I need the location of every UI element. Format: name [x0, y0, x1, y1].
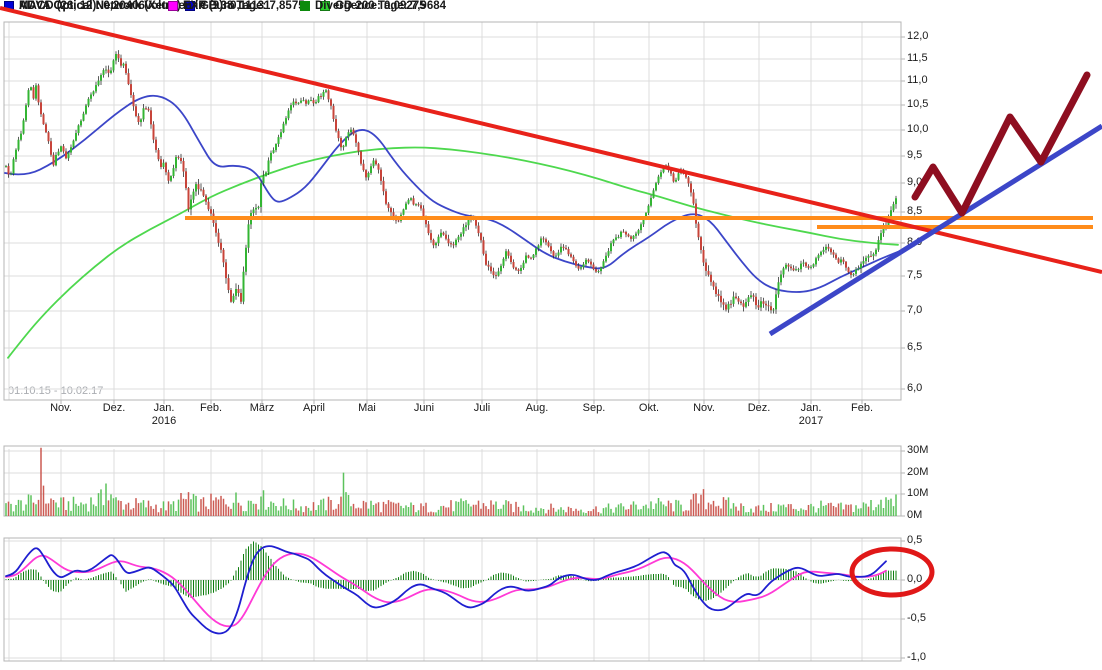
macd-axis-tick-label: -0,5 — [907, 612, 926, 625]
price-axis-tick-label: 11,5 — [907, 52, 928, 65]
macd-legend-swatch-icon — [300, 1, 310, 11]
gd200-line — [8, 148, 898, 358]
price-axis-tick-label: 6,0 — [907, 382, 922, 395]
macd-legend-label: Divergence: 0,09275 — [315, 0, 426, 12]
month-axis-label: Juni — [414, 402, 434, 415]
macd-legend-swatch-icon — [4, 1, 14, 11]
volume-axis-tick-label: 0M — [907, 509, 922, 522]
macd-axis-tick-label: 0,0 — [907, 573, 922, 586]
month-axis-label: Nov. — [50, 402, 72, 415]
macd-legend-label: MACD (26, 12): 0,20406 — [19, 0, 145, 12]
volume-bars-down — [8, 448, 870, 516]
macd-legend-swatch-icon — [168, 1, 178, 11]
macd-legend-item[interactable]: Divergence: 0,09275 — [300, 0, 426, 12]
volume-axis-tick-label: 30M — [907, 444, 928, 457]
price-axis-tick-label: 6,5 — [907, 341, 922, 354]
price-axis-tick-label: 8,5 — [907, 205, 922, 218]
price-axis-tick-label: 7,5 — [907, 269, 922, 282]
month-axis-label: Nov. — [693, 402, 715, 415]
month-axis-label: Juli — [474, 402, 491, 415]
macd-legend-label: EXP (9): 0,11131 — [183, 0, 270, 12]
month-axis-label: Okt. — [639, 402, 659, 415]
volume-axis-tick-label: 20M — [907, 466, 928, 479]
month-axis-label: Aug. — [526, 402, 549, 415]
price-axis-tick-label: 9,5 — [907, 149, 922, 162]
macd-legend-item[interactable]: MACD (26, 12): 0,20406 — [4, 0, 145, 12]
macd-legend-item[interactable]: EXP (9): 0,11131 — [168, 0, 270, 12]
candle-wicks — [6, 50, 896, 314]
date-range-label: 01.10.15 - 10.02.17 — [8, 385, 103, 397]
month-axis-label: Jan. — [154, 402, 175, 415]
red-downtrend-line[interactable] — [0, 8, 1102, 272]
macd-histogram — [6, 541, 896, 600]
macd-axis-tick-label: -1,0 — [907, 651, 926, 664]
macd-axis-tick-label: 0,5 — [907, 534, 922, 547]
month-axis-label: Feb. — [200, 402, 222, 415]
price-axis-tick-label: 9,0 — [907, 176, 922, 189]
price-axis-tick-label: 8,0 — [907, 236, 922, 249]
volume-axis-tick-label: 10M — [907, 487, 928, 500]
month-axis-label: Jan. — [801, 402, 822, 415]
price-axis-tick-label: 7,0 — [907, 304, 922, 317]
month-axis-label: Dez. — [103, 402, 126, 415]
gd38-line — [5, 96, 898, 292]
candles-up — [5, 54, 897, 310]
macd-line — [6, 546, 886, 633]
blue-uptrend-line[interactable] — [770, 126, 1102, 334]
month-axis-label: Feb. — [851, 402, 873, 415]
volume-bars-up — [5, 473, 897, 516]
macd-signal-line — [6, 553, 886, 626]
month-axis-label: Dez. — [748, 402, 771, 415]
price-axis-tick-label: 11,0 — [907, 74, 928, 87]
price-axis-tick-label: 10,5 — [907, 98, 928, 111]
month-axis-label: April — [303, 402, 325, 415]
price-axis-tick-label: 10,0 — [907, 123, 928, 136]
month-axis-label: März — [250, 402, 274, 415]
macd-legend: MACD (26, 12): 0,20406 EXP (9): 0,11131 Di… — [0, 0, 700, 14]
year-axis-label: 2017 — [799, 415, 823, 428]
stock-chart-window: ADVA Optical Network (Xetra)GD 38 Tage: … — [0, 0, 1102, 670]
chart-canvas — [0, 0, 1102, 670]
year-axis-label: 2016 — [152, 415, 176, 428]
projection-zigzag-arrow[interactable] — [915, 75, 1087, 213]
macd-highlight-ellipse[interactable] — [852, 549, 932, 595]
month-axis-label: Sep. — [583, 402, 606, 415]
candles-down — [8, 54, 873, 310]
price-axis-tick-label: 12,0 — [907, 30, 928, 43]
month-axis-label: Mai — [358, 402, 376, 415]
